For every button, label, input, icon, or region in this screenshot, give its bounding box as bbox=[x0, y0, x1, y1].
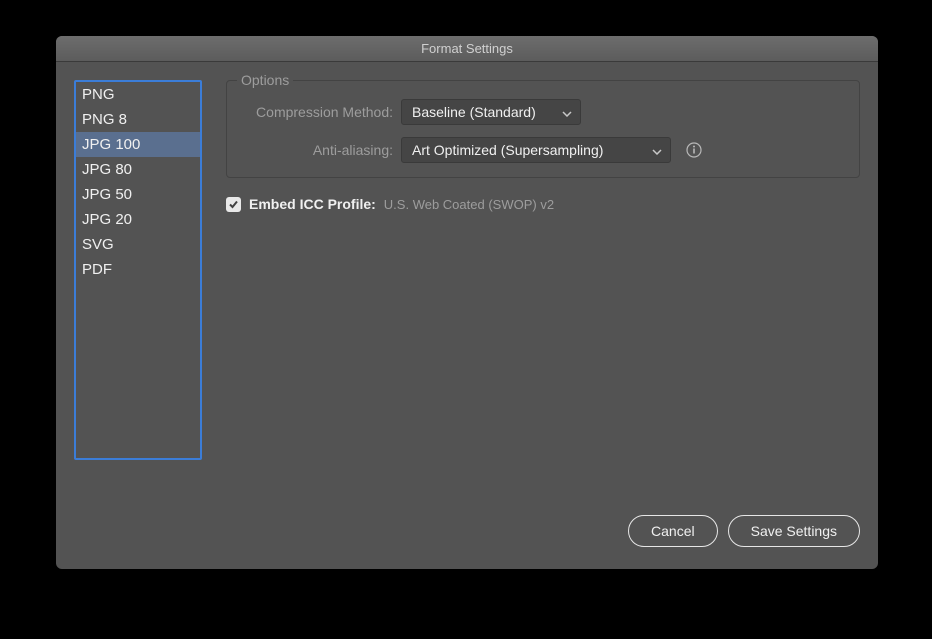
dialog-body: PNG PNG 8 JPG 100 JPG 80 JPG 50 JPG 20 S… bbox=[56, 62, 878, 515]
info-icon[interactable] bbox=[685, 141, 703, 159]
dialog-title: Format Settings bbox=[421, 41, 513, 56]
right-panel: Options Compression Method: Baseline (St… bbox=[226, 80, 860, 497]
antialiasing-row: Anti-aliasing: Art Optimized (Supersampl… bbox=[241, 137, 845, 163]
format-item-png8[interactable]: PNG 8 bbox=[76, 107, 200, 132]
format-item-jpg20[interactable]: JPG 20 bbox=[76, 207, 200, 232]
compression-dropdown[interactable]: Baseline (Standard) bbox=[401, 99, 581, 125]
format-item-jpg100[interactable]: JPG 100 bbox=[76, 132, 200, 157]
antialiasing-dropdown[interactable]: Art Optimized (Supersampling) bbox=[401, 137, 671, 163]
embed-icc-value: U.S. Web Coated (SWOP) v2 bbox=[384, 197, 554, 212]
antialiasing-value: Art Optimized (Supersampling) bbox=[412, 142, 603, 158]
format-item-jpg50[interactable]: JPG 50 bbox=[76, 182, 200, 207]
cancel-button[interactable]: Cancel bbox=[628, 515, 718, 547]
compression-row: Compression Method: Baseline (Standard) bbox=[241, 99, 845, 125]
antialiasing-label: Anti-aliasing: bbox=[241, 142, 401, 158]
options-group: Options Compression Method: Baseline (St… bbox=[226, 80, 860, 178]
format-settings-dialog: Format Settings PNG PNG 8 JPG 100 JPG 80… bbox=[56, 36, 878, 569]
embed-icc-label: Embed ICC Profile: bbox=[249, 196, 376, 212]
embed-row: Embed ICC Profile: U.S. Web Coated (SWOP… bbox=[226, 196, 860, 212]
titlebar: Format Settings bbox=[56, 36, 878, 62]
embed-icc-checkbox[interactable] bbox=[226, 197, 241, 212]
format-item-jpg80[interactable]: JPG 80 bbox=[76, 157, 200, 182]
compression-label: Compression Method: bbox=[241, 104, 401, 120]
format-list[interactable]: PNG PNG 8 JPG 100 JPG 80 JPG 50 JPG 20 S… bbox=[74, 80, 202, 460]
compression-value: Baseline (Standard) bbox=[412, 104, 536, 120]
dialog-footer: Cancel Save Settings bbox=[56, 515, 878, 569]
format-item-pdf[interactable]: PDF bbox=[76, 257, 200, 282]
format-item-svg[interactable]: SVG bbox=[76, 232, 200, 257]
chevron-down-icon bbox=[652, 142, 662, 158]
chevron-down-icon bbox=[562, 104, 572, 120]
options-legend: Options bbox=[237, 72, 293, 88]
save-settings-button[interactable]: Save Settings bbox=[728, 515, 860, 547]
format-item-png[interactable]: PNG bbox=[76, 82, 200, 107]
